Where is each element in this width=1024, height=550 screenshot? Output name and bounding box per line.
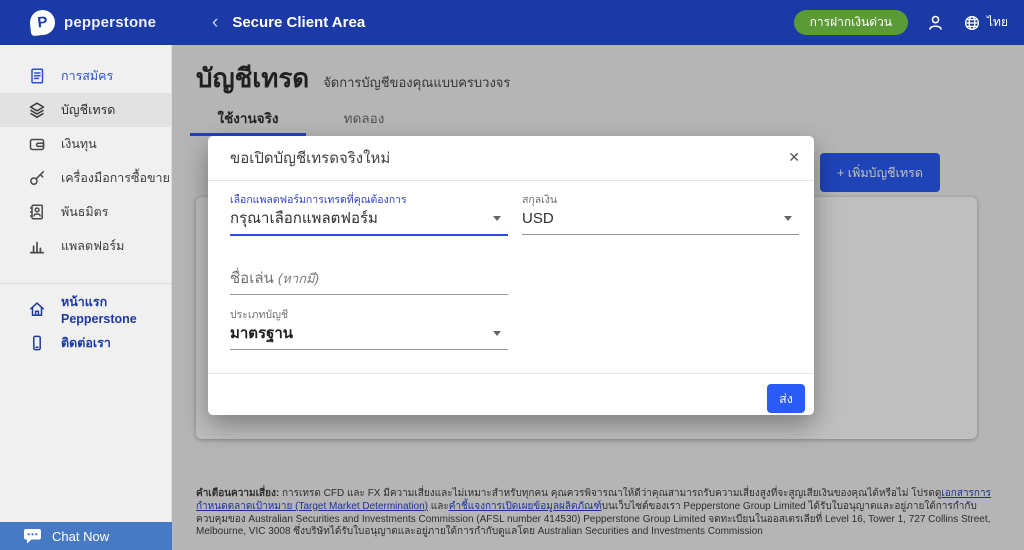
account-type-field-label: ประเภทบัญชี	[230, 309, 508, 321]
modal-title: ขอเปิดบัญชีเทรดจริงใหม่	[230, 146, 390, 170]
topbar: P pepperstone ‹ Secure Client Area การฝา…	[0, 0, 1024, 45]
modal-header: ขอเปิดบัญชีเทรดจริงใหม่ ✕	[208, 136, 814, 181]
globe-icon	[963, 14, 981, 32]
sidebar-item-label: การสมัคร	[61, 66, 113, 86]
platform-select-field: เลือกแพลตฟอร์มการเทรดที่คุณต้องการ กรุณา…	[230, 194, 508, 236]
sidebar-item-contact-us[interactable]: ติดต่อเรา	[0, 326, 171, 360]
sidebar-primary-nav: การสมัคร บัญชีเทรด เงินทุน	[0, 45, 171, 263]
phone-icon	[28, 334, 46, 352]
sidebar-item-label: หน้าแรก Pepperstone	[61, 292, 171, 326]
language-selector[interactable]: ไทย	[963, 13, 1008, 32]
sidebar-item-funds[interactable]: เงินทุน	[0, 127, 171, 161]
chevron-down-icon	[784, 216, 792, 221]
nickname-field: ชื่อเล่น (หากมี)	[230, 268, 508, 295]
sidebar-item-label: แพลตฟอร์ม	[61, 236, 124, 256]
user-account-button[interactable]	[926, 13, 945, 32]
currency-select-value: USD	[522, 210, 554, 227]
currency-select-field: สกุลเงิน USD	[522, 194, 799, 235]
page-header-title: Secure Client Area	[232, 14, 365, 31]
account-type-select-value: มาตรฐาน	[230, 325, 293, 342]
chat-now-button[interactable]: Chat Now	[0, 522, 172, 550]
sidebar-item-label: บัญชีเทรด	[61, 100, 115, 120]
user-icon	[926, 13, 945, 32]
new-live-account-modal: ขอเปิดบัญชีเทรดจริงใหม่ ✕ เลือกแพลตฟอร์ม…	[208, 136, 814, 415]
chevron-down-icon	[493, 331, 501, 336]
language-label: ไทย	[987, 13, 1008, 32]
bar-chart-icon	[28, 237, 46, 255]
sidebar-item-application[interactable]: การสมัคร	[0, 59, 171, 93]
brand-logo[interactable]: P pepperstone	[30, 10, 188, 35]
sidebar-item-label: เงินทุน	[61, 134, 97, 154]
modal-footer: ส่ง	[208, 373, 814, 415]
pepperstone-logo-icon: P	[29, 9, 56, 36]
chevron-down-icon	[493, 216, 501, 221]
chat-now-label: Chat Now	[52, 529, 109, 544]
sidebar-secondary-nav: หน้าแรก Pepperstone ติดต่อเรา	[0, 292, 171, 360]
platform-select-value: กรุณาเลือกแพลตฟอร์ม	[230, 210, 378, 227]
sidebar-item-pepperstone-home[interactable]: หน้าแรก Pepperstone	[0, 292, 171, 326]
wallet-icon	[28, 135, 46, 153]
key-icon	[28, 169, 46, 187]
close-icon[interactable]: ✕	[788, 149, 800, 166]
account-type-select-field: ประเภทบัญชี มาตรฐาน	[230, 309, 508, 350]
currency-field-label: สกุลเงิน	[522, 194, 799, 206]
nickname-input[interactable]: ชื่อเล่น (หากมี)	[230, 268, 508, 295]
account-type-select[interactable]: มาตรฐาน	[230, 323, 508, 350]
sidebar: การสมัคร บัญชีเทรด เงินทุน	[0, 45, 172, 550]
nickname-placeholder: ชื่อเล่น	[230, 270, 278, 287]
home-icon	[28, 300, 46, 318]
brand-name: pepperstone	[64, 14, 156, 31]
sidebar-divider	[0, 283, 171, 284]
sidebar-item-label: เครื่องมือการซื้อขาย	[61, 168, 170, 188]
platform-select[interactable]: กรุณาเลือกแพลตฟอร์ม	[230, 208, 508, 236]
submit-button[interactable]: ส่ง	[767, 384, 805, 413]
chat-bubble-icon	[24, 529, 41, 544]
sidebar-item-trading-accounts[interactable]: บัญชีเทรด	[0, 93, 171, 127]
back-chevron-icon[interactable]: ‹	[212, 12, 218, 34]
document-icon	[28, 67, 46, 85]
nickname-placeholder-hint: (หากมี)	[278, 271, 319, 286]
pepperstone-client-area: P pepperstone ‹ Secure Client Area การฝา…	[0, 0, 1024, 550]
sidebar-item-label: ติดต่อเรา	[61, 333, 111, 353]
platform-field-label: เลือกแพลตฟอร์มการเทรดที่คุณต้องการ	[230, 194, 508, 206]
contacts-icon	[28, 203, 46, 221]
sidebar-item-label: พันธมิตร	[61, 202, 109, 222]
sidebar-item-platforms[interactable]: แพลตฟอร์ม	[0, 229, 171, 263]
currency-select[interactable]: USD	[522, 208, 799, 235]
layers-icon	[28, 101, 46, 119]
quick-deposit-button[interactable]: การฝากเงินด่วน	[794, 10, 908, 35]
topbar-actions: การฝากเงินด่วน ไทย	[794, 10, 1008, 35]
sidebar-item-trading-tools[interactable]: เครื่องมือการซื้อขาย	[0, 161, 171, 195]
sidebar-item-partners[interactable]: พันธมิตร	[0, 195, 171, 229]
